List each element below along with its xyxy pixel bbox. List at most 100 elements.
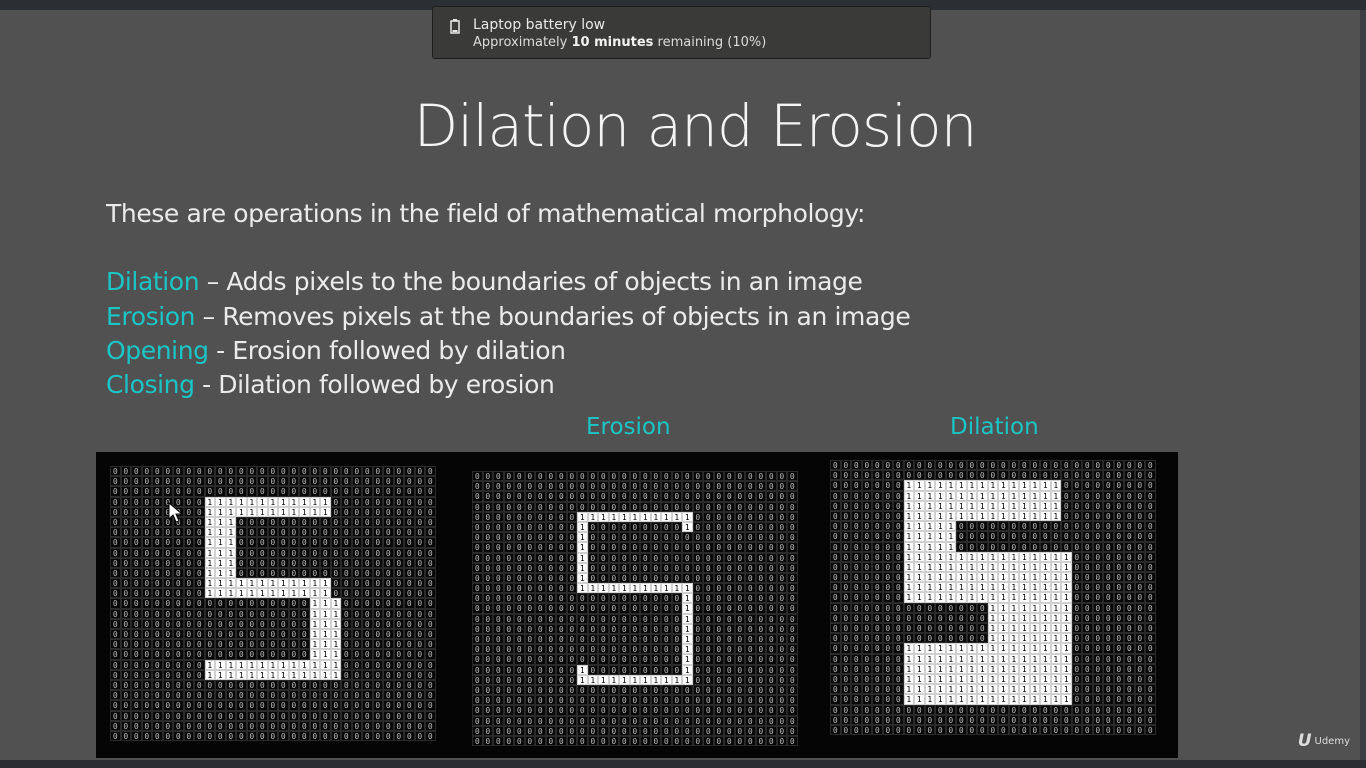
pixel-zero: 0: [587, 725, 598, 736]
pixel-zero: 0: [414, 629, 425, 640]
pixel-one: 1: [924, 490, 935, 501]
pixel-one: 1: [299, 506, 310, 517]
pixel-zero: 0: [236, 690, 247, 701]
pixel-one: 1: [987, 602, 998, 613]
pixel-zero: 0: [425, 730, 436, 742]
pixel-zero: 0: [1082, 714, 1093, 725]
pixel-zero: 0: [1103, 531, 1114, 542]
pixel-zero: 0: [341, 527, 352, 538]
pixel-zero: 0: [1082, 663, 1093, 674]
pixel-zero: 0: [545, 471, 556, 482]
pixel-zero: 0: [872, 653, 883, 664]
pixel-zero: 0: [1092, 572, 1103, 583]
pixel-zero: 0: [514, 634, 525, 645]
pixel-zero: 0: [110, 496, 121, 507]
pixel-zero: 0: [1061, 460, 1072, 471]
pixel-zero: 0: [299, 730, 310, 742]
pixel-zero: 0: [872, 470, 883, 481]
pixel-zero: 0: [1092, 633, 1103, 644]
pixel-zero: 0: [425, 588, 436, 599]
pixel-zero: 0: [977, 704, 988, 715]
pixel-one: 1: [320, 506, 331, 517]
pixel-zero: 0: [141, 690, 152, 701]
pixel-zero: 0: [162, 710, 173, 721]
pixel-zero: 0: [619, 664, 630, 675]
pixel-one: 1: [956, 684, 967, 695]
udemy-logo-icon: U: [1297, 731, 1312, 751]
pixel-zero: 0: [872, 561, 883, 573]
pixel-zero: 0: [194, 618, 205, 629]
pixel-zero: 0: [393, 700, 404, 711]
pixel-zero: 0: [1082, 460, 1093, 471]
pixel-zero: 0: [425, 527, 436, 538]
pixel-one: 1: [278, 669, 289, 680]
pixel-one: 1: [945, 643, 956, 654]
pixel-zero: 0: [882, 480, 893, 491]
pixel-zero: 0: [998, 470, 1009, 481]
pixel-zero: 0: [204, 710, 215, 721]
pixel-zero: 0: [425, 567, 436, 579]
pixel-zero: 0: [1040, 521, 1051, 532]
pixel-zero: 0: [640, 603, 651, 614]
udemy-watermark: U Udemy: [1298, 731, 1350, 751]
pixel-one: 1: [935, 561, 946, 573]
pixel-one: 1: [267, 659, 278, 670]
pixel-zero: 0: [619, 471, 630, 482]
pixel-zero: 0: [755, 715, 766, 726]
pixel-zero: 0: [629, 471, 640, 482]
pixel-zero: 0: [577, 481, 588, 492]
pixel-one: 1: [1061, 653, 1072, 664]
pixel-zero: 0: [514, 695, 525, 706]
pixel-zero: 0: [661, 501, 672, 512]
pixel-one: 1: [1029, 602, 1040, 613]
pixel-zero: 0: [141, 720, 152, 731]
pixel-zero: 0: [414, 700, 425, 711]
pixel-zero: 0: [278, 679, 289, 691]
pixel-zero: 0: [278, 598, 289, 609]
pixel-zero: 0: [320, 700, 331, 711]
pixel-zero: 0: [713, 644, 724, 655]
pixel-zero: 0: [1124, 704, 1135, 715]
pixel-zero: 0: [341, 639, 352, 650]
pixel-zero: 0: [1029, 714, 1040, 725]
pixel-zero: 0: [661, 491, 672, 502]
pixel-zero: 0: [703, 623, 714, 634]
pixel-zero: 0: [882, 470, 893, 481]
pixel-zero: 0: [1134, 612, 1145, 623]
pixel-zero: 0: [734, 481, 745, 492]
pixel-zero: 0: [414, 659, 425, 670]
pixel-one: 1: [914, 490, 925, 501]
pixel-zero: 0: [393, 527, 404, 538]
battery-notification[interactable]: Laptop battery low Approximately 10 minu…: [432, 6, 931, 59]
pixel-zero: 0: [1134, 602, 1145, 613]
pixel-zero: 0: [267, 537, 278, 548]
pixel-zero: 0: [362, 516, 373, 528]
pixel-one: 1: [924, 531, 935, 542]
pixel-zero: 0: [173, 629, 184, 640]
pixel-zero: 0: [425, 557, 436, 568]
pixel-zero: 0: [872, 490, 883, 501]
pixel-zero: 0: [577, 593, 588, 604]
pixel-zero: 0: [246, 639, 257, 650]
pixel-zero: 0: [545, 664, 556, 675]
pixel-zero: 0: [787, 583, 798, 594]
pixel-zero: 0: [1061, 510, 1072, 522]
pixel-one: 1: [924, 592, 935, 603]
pixel-zero: 0: [650, 501, 661, 512]
pixel-zero: 0: [472, 634, 483, 645]
pixel-zero: 0: [1029, 470, 1040, 481]
pixel-one: 1: [1008, 602, 1019, 613]
pixel-zero: 0: [734, 593, 745, 604]
pixel-one: 1: [1050, 663, 1061, 674]
pixel-zero: 0: [661, 623, 672, 634]
pixel-zero: 0: [267, 690, 278, 701]
pixel-zero: 0: [482, 542, 493, 553]
pixel-zero: 0: [351, 720, 362, 731]
pixel-zero: 0: [414, 669, 425, 680]
pixel-one: 1: [1050, 480, 1061, 491]
pixel-zero: 0: [503, 532, 514, 543]
pixel-zero: 0: [288, 618, 299, 629]
pixel-one: 1: [998, 592, 1009, 603]
pixel-zero: 0: [288, 557, 299, 568]
pixel-zero: 0: [393, 679, 404, 691]
